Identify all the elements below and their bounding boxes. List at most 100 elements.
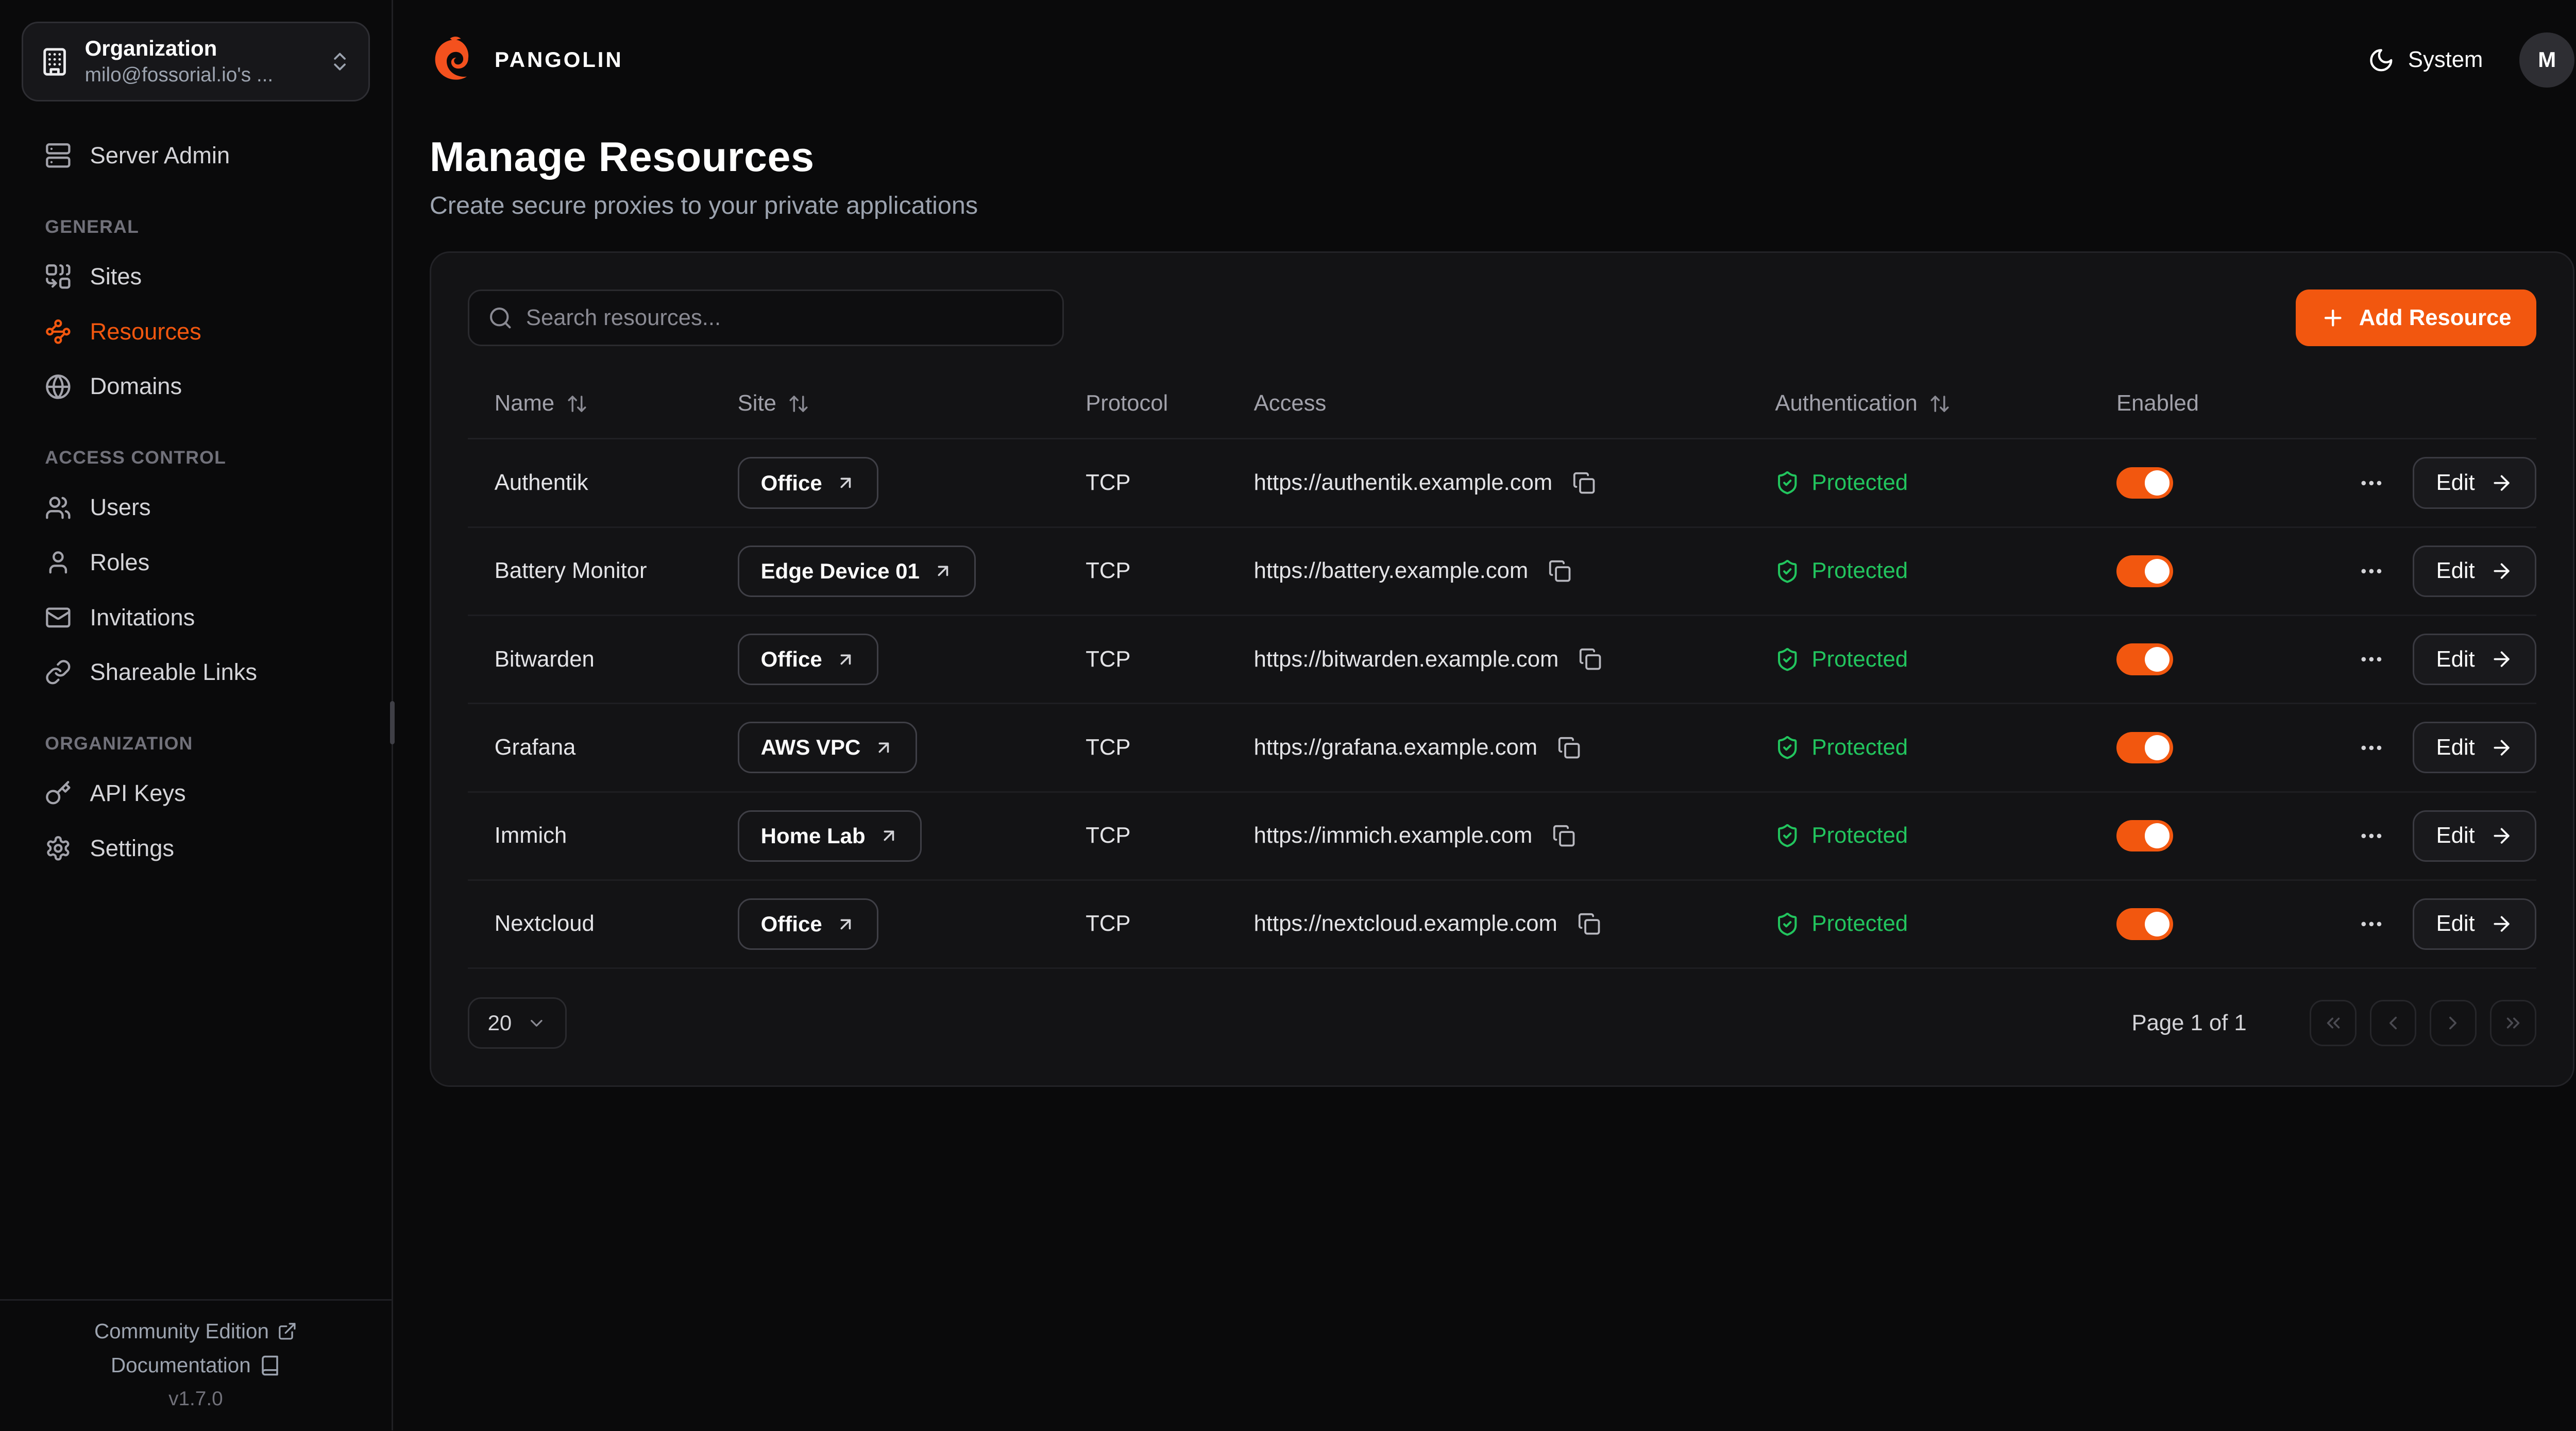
row-menu-button[interactable] xyxy=(2354,731,2388,764)
enabled-toggle[interactable] xyxy=(2116,820,2173,851)
access-url: https://grafana.example.com xyxy=(1254,735,1537,760)
mail-icon xyxy=(45,604,72,631)
topbar: PANGOLIN System M xyxy=(393,0,2576,120)
theme-toggle[interactable]: System xyxy=(2368,47,2483,74)
search-input[interactable] xyxy=(526,305,1044,331)
community-edition-link[interactable]: Community Edition xyxy=(94,1319,297,1343)
sidebar-item-label: Server Admin xyxy=(90,142,230,169)
org-selector[interactable]: Organization milo@fossorial.io's ... xyxy=(22,22,370,101)
access-url: https://bitwarden.example.com xyxy=(1254,647,1559,672)
link-icon xyxy=(45,659,72,686)
next-page-button[interactable] xyxy=(2430,1000,2477,1047)
site-link-button[interactable]: Office xyxy=(738,457,879,508)
user-avatar[interactable]: M xyxy=(2519,32,2574,88)
sort-icon[interactable] xyxy=(566,393,588,415)
site-link-button[interactable]: AWS VPC xyxy=(738,722,917,773)
column-header-name[interactable]: Name xyxy=(468,391,718,416)
sidebar-sections: GENERAL Sites Resources Domains ACCESS C… xyxy=(22,183,370,876)
sort-icon[interactable] xyxy=(1929,393,1951,415)
table-row: Immich Home Lab TCP https://immich.examp… xyxy=(468,793,2536,881)
row-menu-button[interactable] xyxy=(2354,643,2388,676)
sidebar-item-resources[interactable]: Resources xyxy=(22,304,370,359)
resources-card: Add Resource Name Site Protocol Access A… xyxy=(430,251,2574,1087)
shield-check-icon xyxy=(1775,559,1800,584)
site-link-button[interactable]: Edge Device 01 xyxy=(738,546,976,597)
copy-url-button[interactable] xyxy=(1545,556,1575,586)
last-page-button[interactable] xyxy=(2490,1000,2537,1047)
sidebar-item-sites[interactable]: Sites xyxy=(22,249,370,304)
copy-url-button[interactable] xyxy=(1569,468,1599,498)
ellipsis-icon xyxy=(2358,735,2385,761)
chevron-left-icon xyxy=(2382,1012,2404,1034)
table-footer: 20 Page 1 of 1 xyxy=(468,997,2536,1049)
enabled-toggle[interactable] xyxy=(2116,643,2173,675)
column-header-enabled: Enabled xyxy=(2096,391,2313,416)
sort-icon[interactable] xyxy=(788,393,809,415)
resource-name: Authentik xyxy=(468,470,718,496)
edit-button[interactable]: Edit xyxy=(2413,722,2536,773)
enabled-toggle[interactable] xyxy=(2116,732,2173,763)
gear-icon xyxy=(45,835,72,862)
app-root: Organization milo@fossorial.io's ... Ser… xyxy=(0,0,2576,1430)
sidebar: Organization milo@fossorial.io's ... Ser… xyxy=(0,0,393,1430)
resource-name: Nextcloud xyxy=(468,911,718,936)
shield-check-icon xyxy=(1775,735,1800,760)
site-link-button[interactable]: Office xyxy=(738,634,879,685)
site-link-button[interactable]: Home Lab xyxy=(738,810,922,862)
edit-button[interactable]: Edit xyxy=(2413,634,2536,685)
first-page-button[interactable] xyxy=(2310,1000,2357,1047)
sidebar-resize-handle[interactable] xyxy=(390,701,395,744)
sidebar-footer: Community Edition Documentation v1.7.0 xyxy=(0,1299,392,1430)
enabled-toggle[interactable] xyxy=(2116,467,2173,499)
row-menu-button[interactable] xyxy=(2354,554,2388,588)
sidebar-item-shareable-links[interactable]: Shareable Links xyxy=(22,645,370,700)
auth-status: Protected xyxy=(1755,558,2097,584)
copy-icon xyxy=(1552,824,1575,847)
sidebar-item-roles[interactable]: Roles xyxy=(22,535,370,590)
copy-url-button[interactable] xyxy=(1554,732,1584,762)
arrow-up-right-icon xyxy=(874,738,894,758)
globe-icon xyxy=(45,373,72,400)
brand-name: PANGOLIN xyxy=(495,47,623,72)
shield-check-icon xyxy=(1775,912,1800,936)
copy-url-button[interactable] xyxy=(1575,644,1605,674)
server-icon xyxy=(45,142,72,169)
table-row: Nextcloud Office TCP https://nextcloud.e… xyxy=(468,881,2536,969)
enabled-toggle[interactable] xyxy=(2116,908,2173,940)
edit-button[interactable]: Edit xyxy=(2413,546,2536,597)
sidebar-item-server-admin[interactable]: Server Admin xyxy=(22,128,370,183)
row-menu-button[interactable] xyxy=(2354,466,2388,500)
enabled-toggle[interactable] xyxy=(2116,555,2173,587)
prev-page-button[interactable] xyxy=(2370,1000,2417,1047)
add-resource-button[interactable]: Add Resource xyxy=(2296,289,2536,346)
ellipsis-icon xyxy=(2358,646,2385,673)
copy-url-button[interactable] xyxy=(1549,821,1579,851)
sidebar-item-settings[interactable]: Settings xyxy=(22,821,370,876)
column-header-site[interactable]: Site xyxy=(718,391,1066,416)
row-menu-button[interactable] xyxy=(2354,908,2388,941)
column-header-access: Access xyxy=(1234,391,1755,416)
auth-status: Protected xyxy=(1755,470,2097,496)
shield-check-icon xyxy=(1775,823,1800,848)
edit-button[interactable]: Edit xyxy=(2413,457,2536,508)
org-title: Organization xyxy=(85,36,217,60)
sidebar-item-invitations[interactable]: Invitations xyxy=(22,590,370,645)
row-menu-button[interactable] xyxy=(2354,819,2388,853)
edit-button[interactable]: Edit xyxy=(2413,898,2536,950)
documentation-link[interactable]: Documentation xyxy=(111,1353,281,1377)
sidebar-item-api-keys[interactable]: API Keys xyxy=(22,766,370,821)
version-label: v1.7.0 xyxy=(168,1388,223,1410)
copy-url-button[interactable] xyxy=(1574,909,1604,939)
arrow-right-icon xyxy=(2490,559,2513,583)
column-header-authentication[interactable]: Authentication xyxy=(1755,391,2097,416)
sidebar-item-users[interactable]: Users xyxy=(22,480,370,535)
site-link-button[interactable]: Office xyxy=(738,898,879,950)
page-size-select[interactable]: 20 xyxy=(468,997,567,1049)
ellipsis-icon xyxy=(2358,470,2385,497)
edit-button[interactable]: Edit xyxy=(2413,810,2536,862)
access-url: https://nextcloud.example.com xyxy=(1254,911,1557,936)
arrow-right-icon xyxy=(2490,824,2513,847)
table-row: Bitwarden Office TCP https://bitwarden.e… xyxy=(468,616,2536,704)
arrow-right-icon xyxy=(2490,736,2513,759)
sidebar-item-domains[interactable]: Domains xyxy=(22,359,370,414)
